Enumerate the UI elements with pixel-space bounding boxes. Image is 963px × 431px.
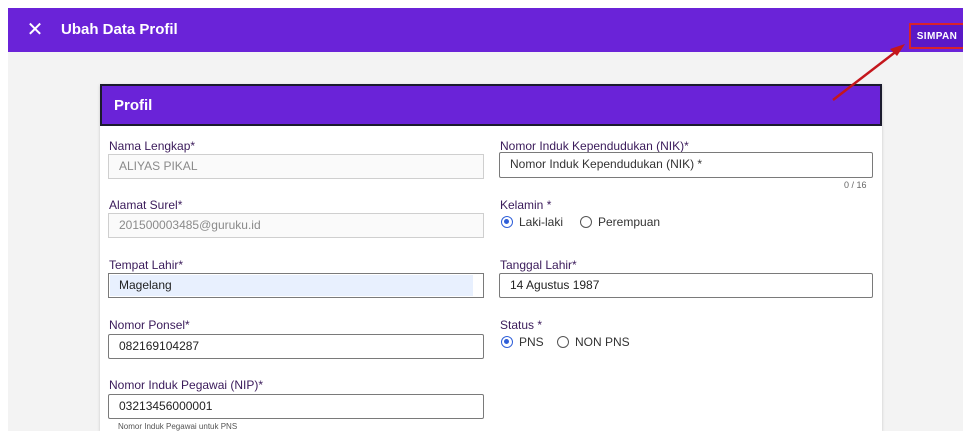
- kelamin-label: Kelamin *: [500, 198, 552, 212]
- tempat-input[interactable]: Magelang: [108, 273, 484, 298]
- radio-label: Perempuan: [598, 215, 661, 229]
- nip-helper: Nomor Induk Pegawai untuk PNS: [118, 422, 238, 431]
- tempat-label: Tempat Lahir*: [109, 258, 184, 272]
- radio-checked-icon: [501, 336, 513, 348]
- ponsel-input[interactable]: 082169104287: [108, 334, 484, 359]
- nik-label: Nomor Induk Kependudukan (NIK)*: [500, 139, 689, 153]
- radio-label: Laki-laki: [519, 215, 564, 229]
- radio-checked-icon: [501, 216, 513, 228]
- radio-unchecked-icon: [557, 336, 569, 348]
- tempat-value: Magelang: [119, 278, 172, 292]
- ponsel-label: Nomor Ponsel*: [109, 318, 190, 332]
- page-title: Ubah Data Profil: [61, 21, 178, 38]
- card-title: Profil: [114, 97, 153, 114]
- radio-perempuan[interactable]: Perempuan: [580, 215, 660, 229]
- radio-label: NON PNS: [575, 335, 630, 349]
- radio-unchecked-icon: [580, 216, 592, 228]
- app-bar: ✕ Ubah Data Profil SIMPAN: [8, 8, 963, 52]
- surel-label: Alamat Surel*: [109, 198, 183, 212]
- card-header: Profil: [100, 84, 882, 126]
- tanggal-input[interactable]: 14 Agustus 1987: [499, 273, 873, 298]
- radio-label: PNS: [519, 335, 544, 349]
- radio-laki-laki[interactable]: Laki-laki: [501, 215, 563, 229]
- tanggal-label: Tanggal Lahir*: [500, 258, 577, 272]
- surel-input[interactable]: 201500003485@guruku.id: [108, 213, 484, 238]
- nik-input[interactable]: Nomor Induk Kependudukan (NIK) *: [499, 152, 873, 178]
- nip-input[interactable]: 03213456000001: [108, 394, 484, 419]
- radio-pns[interactable]: PNS: [501, 335, 544, 349]
- nama-label: Nama Lengkap*: [109, 139, 196, 153]
- status-label: Status *: [500, 318, 543, 332]
- nik-counter: 0 / 16: [844, 180, 867, 190]
- nama-input[interactable]: ALIYAS PIKAL: [108, 154, 484, 179]
- close-icon[interactable]: ✕: [24, 19, 46, 41]
- profile-card: Profil Nama Lengkap* ALIYAS PIKAL Alamat…: [100, 84, 882, 431]
- nip-label: Nomor Induk Pegawai (NIP)*: [109, 378, 264, 392]
- save-button[interactable]: SIMPAN: [909, 23, 963, 49]
- radio-non-pns[interactable]: NON PNS: [557, 335, 630, 349]
